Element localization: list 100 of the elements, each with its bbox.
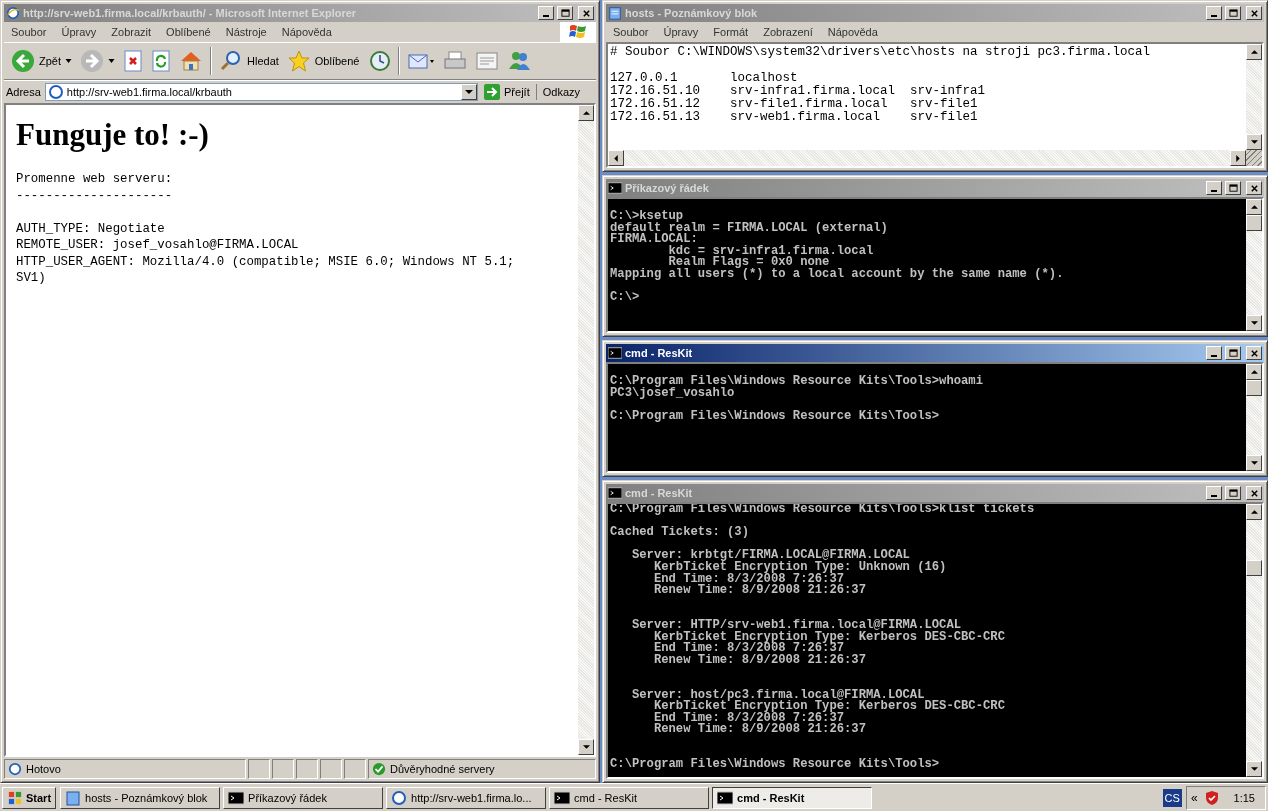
down-arrow-icon (1250, 140, 1258, 144)
taskbar-button[interactable]: hosts - Poznámkový blok (60, 786, 221, 809)
people-icon (507, 49, 532, 73)
minimize-button[interactable] (1206, 346, 1222, 360)
horizontal-scrollbar[interactable] (608, 150, 1246, 166)
menu-item[interactable]: Formát (706, 24, 756, 40)
close-icon (1249, 183, 1259, 193)
menu-item[interactable]: Úpravy (656, 24, 706, 40)
maximize-button[interactable] (557, 6, 573, 20)
security-zone: Důvěryhodné servery (368, 759, 596, 779)
up-arrow-icon (1250, 510, 1258, 514)
globe-icon (6, 6, 20, 20)
dropdown-button[interactable] (461, 84, 477, 100)
close-icon (581, 8, 591, 18)
menu-item[interactable]: Zobrazit (104, 24, 159, 40)
close-button[interactable] (578, 6, 594, 20)
window-title: cmd - ResKit (625, 487, 694, 499)
window-title: Příkazový řádek (625, 182, 710, 194)
caret-icon (65, 59, 72, 63)
maximize-icon (1228, 8, 1238, 18)
maximize-icon (560, 8, 570, 18)
page-heading: Funguje to! :-) (16, 117, 210, 153)
scrollbar-thumb[interactable] (1246, 560, 1262, 576)
vertical-scrollbar[interactable] (1246, 364, 1262, 471)
minimize-button[interactable] (1206, 6, 1222, 20)
left-arrow-icon (614, 154, 618, 162)
vertical-scrollbar[interactable] (1246, 199, 1262, 331)
down-arrow-icon (1250, 321, 1258, 325)
shield-icon[interactable] (1203, 789, 1220, 806)
taskbar-button[interactable]: cmd - ResKit (549, 786, 710, 809)
clock: 1:15 (1233, 791, 1255, 804)
back-tool-button[interactable]: Zpět (8, 47, 75, 75)
console-icon (608, 181, 622, 195)
stop-icon (123, 49, 143, 73)
taskbar-button[interactable]: cmd - ResKit (712, 786, 873, 809)
minimize-icon (1211, 14, 1217, 17)
minimize-icon (1211, 354, 1217, 357)
close-icon (1249, 488, 1259, 498)
maximize-button[interactable] (1225, 346, 1241, 360)
search-icon (219, 49, 243, 73)
vertical-scrollbar[interactable] (1246, 44, 1262, 150)
menu-item[interactable]: Soubor (606, 24, 656, 40)
vertical-scrollbar[interactable] (1246, 504, 1262, 777)
menu-item[interactable]: Nápověda (820, 24, 885, 40)
taskbar-button[interactable]: Příkazový řádek (223, 786, 384, 809)
console-icon (717, 789, 734, 806)
resize-grip-icon (1246, 150, 1262, 166)
windows-logo-icon (7, 790, 23, 805)
maximize-icon (1228, 183, 1238, 193)
maximize-button[interactable] (1225, 486, 1241, 500)
check-icon (372, 762, 386, 776)
menu-item[interactable]: Úpravy (54, 24, 104, 40)
console-icon (608, 486, 622, 500)
vertical-scrollbar[interactable] (578, 105, 594, 755)
search-tool-button[interactable]: Hledat (216, 47, 282, 75)
down-arrow-icon (582, 745, 590, 749)
minimize-icon (1211, 494, 1217, 497)
close-button[interactable] (1246, 6, 1262, 20)
menu-item[interactable]: Nápověda (274, 24, 339, 40)
refresh-icon (151, 49, 171, 73)
scrollbar-thumb[interactable] (1246, 215, 1262, 231)
status-pane (248, 759, 270, 779)
language-indicator[interactable]: CS (1162, 788, 1182, 807)
console-icon (554, 789, 571, 806)
maximize-icon (1228, 348, 1238, 358)
links-button[interactable]: Odkazy (540, 86, 594, 98)
close-button[interactable] (1246, 486, 1262, 500)
house-icon (179, 49, 203, 73)
close-button[interactable] (1246, 181, 1262, 195)
go-button[interactable]: Přejít (482, 84, 537, 100)
down-arrow-icon (1250, 461, 1258, 465)
minimize-button[interactable] (1206, 486, 1222, 500)
status-pane (344, 759, 366, 779)
menu-item[interactable]: Oblíbené (159, 24, 218, 40)
scrollbar-thumb[interactable] (1246, 380, 1262, 396)
show-icons-button[interactable]: « (1190, 790, 1198, 805)
console-output: C:\>ksetup default realm = FIRMA.LOCAL (external) FIRMA.LOCAL: kdc = srv-infra1.firma.local Realm Flags = 0x0 none Mapping all users (*) to a local account by the same name (*). C:\> (610, 211, 1065, 304)
status-pane (320, 759, 342, 779)
close-icon (1249, 348, 1259, 358)
maximize-button[interactable] (1225, 6, 1241, 20)
minimize-button[interactable] (1206, 181, 1222, 195)
maximize-button[interactable] (1225, 181, 1241, 195)
start-button[interactable]: Start (2, 786, 57, 809)
menu-item[interactable]: Soubor (4, 24, 54, 40)
notepad-icon (608, 6, 622, 20)
address-field[interactable]: http://srv-web1.firma.local/krbauth (44, 83, 478, 101)
menu-item[interactable]: Nástroje (218, 24, 274, 40)
maximize-icon (1228, 488, 1238, 498)
console-icon (228, 789, 245, 806)
address-label: Adresa (6, 86, 41, 98)
favorites-tool-button[interactable]: Oblíbené (283, 47, 363, 75)
up-arrow-icon (1250, 205, 1258, 209)
taskbar-button[interactable]: http://srv-web1.firma.lo... (386, 786, 547, 809)
caret-icon (465, 90, 473, 94)
close-button[interactable] (1246, 346, 1262, 360)
up-arrow-icon (582, 111, 590, 115)
star-icon (286, 49, 311, 73)
menu-item[interactable]: Zobrazení (756, 24, 820, 40)
notepad-icon (65, 789, 82, 806)
minimize-button[interactable] (538, 6, 554, 20)
